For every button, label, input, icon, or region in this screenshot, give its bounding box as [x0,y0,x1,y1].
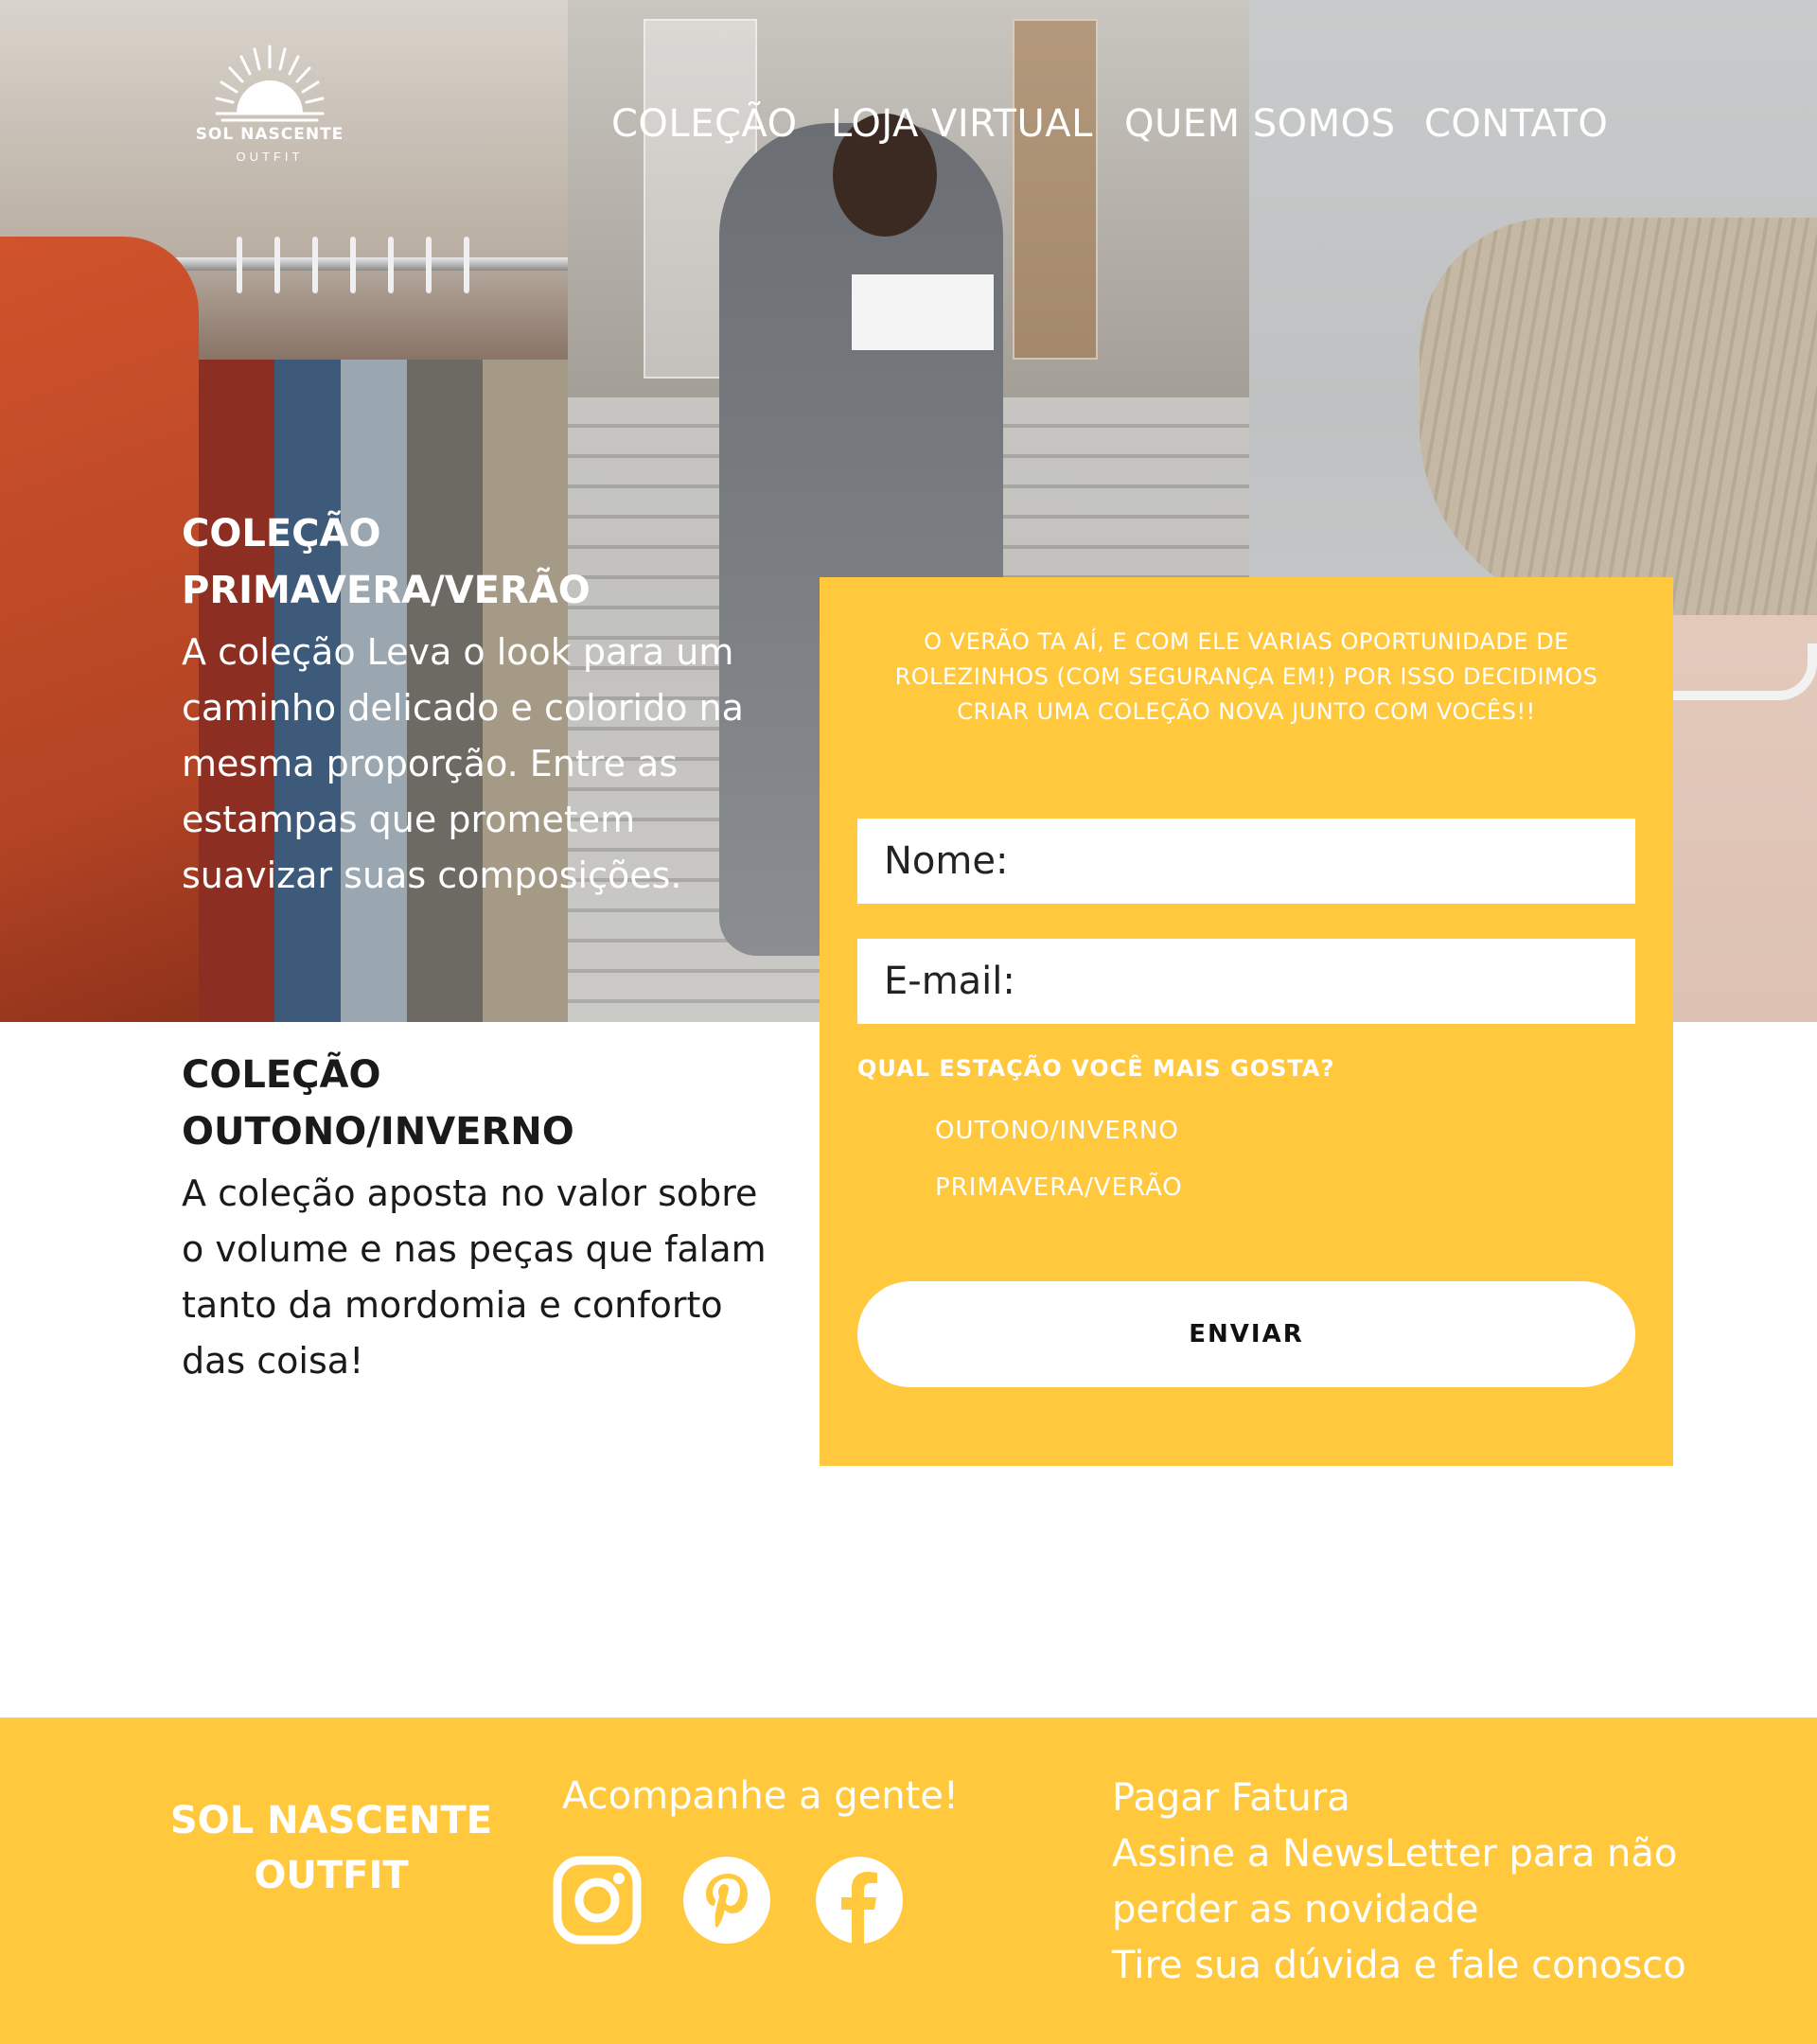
submit-button[interactable]: ENVIAR [857,1281,1635,1387]
footer: SOL NASCENTE OUTFIT Acompanhe a gente! P… [0,1718,1817,2044]
spring-summer-title: COLEÇÃO PRIMAVERA/VERÃO [182,512,591,612]
nav-item-colecao[interactable]: COLEÇÃO [611,102,798,146]
nav-item-quem-somos[interactable]: QUEM SOMOS [1124,102,1396,146]
season-option-autumn-winter[interactable]: OUTONO/INVERNO [935,1117,1179,1145]
pinterest-icon[interactable] [681,1855,772,1946]
signup-form-card: O VERÃO TA AÍ, E COM ELE VARIAS OPORTUNI… [820,577,1673,1466]
instagram-icon[interactable] [552,1855,643,1946]
nav-item-contato[interactable]: CONTATO [1424,102,1608,146]
email-field[interactable] [857,939,1635,1024]
autumn-winter-description: A coleção aposta no valor sobre o volume… [182,1172,767,1382]
footer-links: Pagar Fatura Assine a NewsLetter para nã… [1112,1771,1774,1994]
autumn-winter-title: COLEÇÃO OUTONO/INVERNO [182,1053,574,1154]
knit-sweater [1420,218,1817,615]
footer-link-contact[interactable]: Tire sua dúvida e fale conosco [1112,1938,1774,1994]
footer-brand: SOL NASCENTE OUTFIT [169,1799,493,1897]
follow-label: Acompanhe a gente! [562,1774,959,1818]
spring-summer-description: A coleção Leva o look para um caminho de… [182,631,744,896]
season-question: QUAL ESTAÇÃO VOCÊ MAIS GOSTA? [857,1055,1335,1082]
red-sweater-sleeve [0,237,199,1022]
footer-link-newsletter[interactable]: Assine a NewsLetter para não perder as n… [1112,1826,1774,1938]
form-intro-text: O VERÃO TA AÍ, E COM ELE VARIAS OPORTUNI… [894,628,1598,725]
main-nav: COLEÇÃO LOJA VIRTUAL QUEM SOMOS CONTATO [0,102,1817,159]
season-option-spring-summer[interactable]: PRIMAVERA/VERÃO [935,1173,1183,1202]
facebook-icon[interactable] [814,1855,905,1946]
nav-item-loja-virtual[interactable]: LOJA VIRTUAL [831,102,1093,146]
name-field[interactable] [857,819,1635,904]
model-crop-top [852,274,994,350]
footer-link-pay-invoice[interactable]: Pagar Fatura [1112,1771,1774,1826]
